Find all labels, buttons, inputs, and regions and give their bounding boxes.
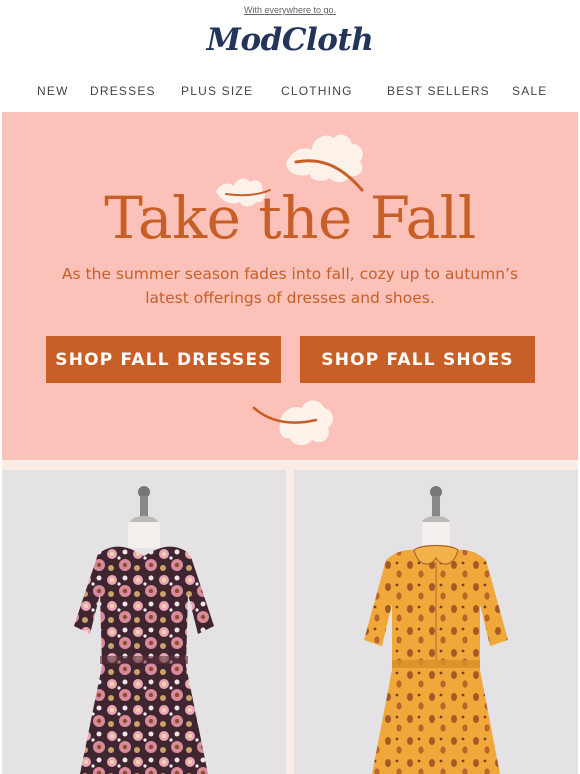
main-nav: NEW DRESSES PLUS SIZE CLOTHING BEST SELL… (0, 78, 580, 106)
hero-banner: Take the Fall As the summer season fades… (2, 112, 578, 460)
mustard-dress-image (364, 486, 508, 774)
hero-subtitle-line-1: As the summer season fades into fall, co… (61, 265, 519, 283)
product-grid (2, 460, 578, 774)
nav-item-best-sellers[interactable]: BEST SELLERS (387, 84, 490, 98)
shop-fall-shoes-button[interactable]: SHOP FALL SHOES (300, 336, 535, 383)
product-card-mustard-dress[interactable] (294, 470, 578, 774)
preheader-link[interactable]: With everywhere to go. (244, 5, 336, 15)
product-card-floral-dress[interactable] (2, 470, 286, 774)
floral-dress-image (74, 486, 214, 774)
bottom-leaf-icon (252, 400, 333, 446)
nav-item-clothing[interactable]: CLOTHING (281, 84, 353, 98)
nav-item-plus-size[interactable]: PLUS SIZE (181, 84, 253, 98)
hero-subtitle: As the summer season fades into fall, co… (42, 262, 538, 310)
nav-item-dresses[interactable]: DRESSES (90, 84, 156, 98)
hero-title: Take the Fall (104, 184, 476, 252)
modcloth-logo[interactable]: ModCloth (0, 22, 580, 58)
hero-subtitle-line-2: latest offerings of dresses and shoes. (145, 289, 435, 307)
shop-fall-dresses-button[interactable]: SHOP FALL DRESSES (46, 336, 281, 383)
nav-item-new[interactable]: NEW (37, 84, 69, 98)
preheader: With everywhere to go. (0, 0, 580, 15)
nav-item-sale[interactable]: SALE (512, 84, 548, 98)
